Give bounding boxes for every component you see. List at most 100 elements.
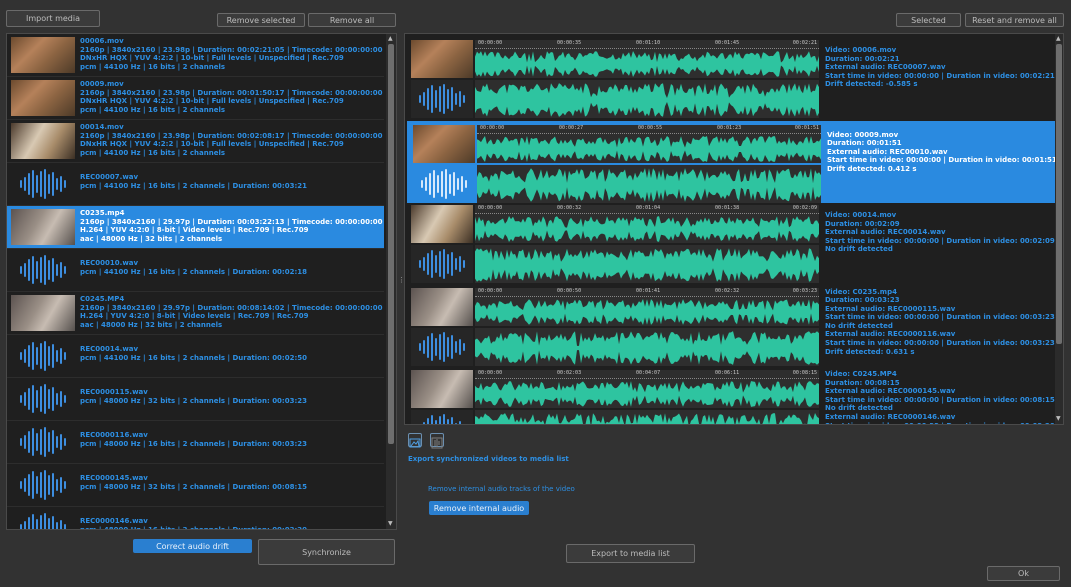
timeline-ruler: 00:00:00 00:00:35 00:01:10 00:01:45 00:02:21	[475, 40, 819, 49]
media-list-item[interactable]: REC00007.wav pcm | 44100 Hz | 16 bits | 2…	[7, 163, 384, 206]
ruler-tick-label: 00:00:00	[480, 124, 505, 131]
sync-list-item[interactable]: 00:00:00 00:00:32 00:01:04 00:01:38 00:02:09…	[407, 203, 1055, 285]
scroll-down-arrow-icon[interactable]: ▼	[388, 521, 393, 527]
ruler-tick-label: 00:06:11	[715, 370, 740, 376]
ruler-tick-label: 00:02:03	[557, 370, 582, 376]
media-list-item[interactable]: REC0000145.wav pcm | 48000 Hz | 32 bits |…	[7, 464, 384, 507]
waveform-shape	[475, 413, 819, 424]
external-audio-track[interactable]	[475, 327, 819, 366]
media-filename: 00014.mov	[80, 123, 124, 131]
sync-list-item[interactable]: 00:00:00 00:00:35 00:01:10 00:01:45 00:02:21…	[407, 38, 1055, 120]
ruler-tick-label: 00:01:51	[794, 124, 819, 131]
video-audio-track[interactable]: 00:00:00 00:00:27 00:00:55 00:01:23 00:01:51	[477, 124, 821, 163]
ruler-tick-label: 00:01:38	[715, 205, 740, 211]
reset-and-remove-all-button[interactable]: Reset and remove all	[965, 13, 1064, 27]
sync-scroll-down-arrow-icon[interactable]: ▼	[1056, 416, 1061, 422]
waveform-graph	[475, 83, 819, 117]
media-info-line: pcm | 48000 Hz | 16 bits | 2 channels | …	[80, 525, 308, 530]
sync-info: Video: 00009.mov Duration: 00:01:51 Extern…	[827, 131, 1057, 174]
sync-scroll-up-arrow-icon[interactable]: ▲	[1056, 36, 1061, 42]
media-info: 00014.mov 2160p | 3840x2160 | 23.98p | Du…	[80, 123, 383, 157]
waveform-shape	[477, 135, 821, 162]
waveform-graph	[475, 248, 819, 282]
media-list-item[interactable]: REC00014.wav pcm | 44100 Hz | 16 bits | 2…	[7, 335, 384, 378]
sync-info-line: Video: 00006.mov	[825, 46, 897, 54]
media-filename: REC0000146.wav	[80, 517, 148, 525]
video-thumbnail	[411, 287, 473, 326]
sync-info: Video: C0245.MP4 Duration: 00:08:15 Extern…	[825, 370, 1055, 424]
sync-info-line: No drift detected	[825, 404, 893, 413]
audio-waveform-icon	[20, 513, 66, 529]
external-audio-track[interactable]	[475, 410, 819, 424]
media-info-line: pcm | 48000 Hz | 32 bits | 2 channels | …	[80, 396, 308, 405]
media-list-scroll-thumb[interactable]	[388, 44, 394, 444]
sync-list-item[interactable]: 00:00:00 00:02:03 00:04:07 00:06:11 00:08:15…	[407, 368, 1055, 424]
media-filename: REC0000115.wav	[80, 388, 148, 396]
audio-waveform-icon	[20, 341, 66, 371]
external-audio-track[interactable]	[475, 245, 819, 283]
audio-waveform-icon	[20, 470, 66, 500]
sync-list-item[interactable]: 00:00:00 00:00:50 00:01:41 00:02:32 00:03:23…	[407, 285, 1055, 368]
media-info-line: DNxHR HQX | YUV 4:2:2 | 10-bit | Full le…	[80, 140, 344, 149]
ruler-tick-label: 00:00:35	[557, 40, 582, 46]
video-audio-track[interactable]: 00:00:00 00:02:03 00:04:07 00:06:11 00:08:15	[475, 370, 819, 408]
media-list-item[interactable]: REC0000116.wav pcm | 48000 Hz | 16 bits |…	[7, 421, 384, 464]
sync-info-line: Start time in video: 00:00:00 | Duration…	[825, 313, 1055, 322]
remove-selected-button[interactable]: Remove selected	[217, 13, 305, 27]
import-media-button[interactable]: Import media	[6, 10, 100, 27]
sync-list-item[interactable]: 00:00:00 00:00:27 00:00:55 00:01:23 00:01:51…	[407, 120, 1057, 203]
ok-button[interactable]: Ok	[987, 566, 1060, 581]
video-audio-track[interactable]: 00:00:00 00:00:32 00:01:04 00:01:38 00:02:09	[475, 205, 819, 243]
audio-thumbnail	[11, 252, 75, 288]
external-audio-track[interactable]	[475, 80, 819, 118]
media-filename: REC0000116.wav	[80, 431, 148, 439]
audio-thumbnail	[11, 381, 75, 417]
audio-waveform-icon	[20, 384, 66, 414]
ruler-tick-label: 00:00:00	[478, 205, 503, 211]
sync-info-line: Start time in video: 00:00:33 | Duration…	[825, 422, 1055, 424]
media-info-line: aac | 48000 Hz | 32 bits | 2 channels	[80, 320, 223, 329]
media-info: REC00010.wav pcm | 44100 Hz | 16 bits | 2…	[80, 259, 307, 276]
audio-thumbnail	[411, 245, 473, 283]
ruler-tick-label: 00:01:41	[636, 287, 661, 294]
export-video-icon[interactable]	[408, 433, 422, 448]
media-list-item[interactable]: 00014.mov 2160p | 3840x2160 | 23.98p | Du…	[7, 120, 384, 163]
sync-info-line: External audio: REC0000115.wav	[825, 304, 956, 313]
media-list-item[interactable]: REC0000115.wav pcm | 48000 Hz | 32 bits |…	[7, 378, 384, 421]
export-audio-icon[interactable]	[430, 433, 444, 449]
sync-info-line: Duration: 00:08:15	[825, 378, 900, 387]
sync-list-scroll-thumb[interactable]	[1056, 44, 1062, 344]
ruler-tick-label: 00:02:21	[792, 40, 817, 46]
scroll-up-arrow-icon[interactable]: ▲	[388, 36, 393, 42]
ruler-tick-label: 00:00:00	[478, 40, 503, 46]
media-filename: REC0000145.wav	[80, 474, 148, 482]
synchronize-button[interactable]: Synchronize	[258, 539, 395, 565]
media-filename: 00009.mov	[80, 80, 124, 88]
video-thumbnail	[11, 37, 75, 73]
selected-button[interactable]: Selected	[896, 13, 961, 27]
sync-list-scrollbar[interactable]: ▲ ▼	[1055, 34, 1063, 424]
media-list-scrollbar[interactable]: ▲ ▼	[386, 34, 396, 529]
media-list-item[interactable]: REC0000146.wav pcm | 48000 Hz | 16 bits |…	[7, 507, 384, 530]
ruler-tick-label: 00:00:55	[638, 124, 663, 131]
media-info-line: H.264 | YUV 4:2:0 | 8-bit | Video levels…	[80, 312, 309, 321]
sync-info-line: External audio: REC00007.wav	[825, 63, 946, 72]
waveform-shape	[475, 51, 819, 77]
media-list-item[interactable]: C0245.MP4 2160p | 3840x2160 | 29.97p | Du…	[7, 292, 384, 335]
correct-audio-drift-button[interactable]: Correct audio drift	[133, 539, 252, 553]
media-list-item[interactable]: 00006.mov 2160p | 3840x2160 | 23.98p | Du…	[7, 34, 384, 77]
external-audio-track[interactable]	[477, 164, 821, 203]
media-list-panel: 00006.mov 2160p | 3840x2160 | 23.98p | Du…	[6, 33, 397, 530]
media-list-item[interactable]: C0235.mp4 2160p | 3840x2160 | 29.97p | Du…	[7, 206, 384, 249]
sync-info-line: Drift detected: 0.631 s	[825, 347, 915, 356]
media-list-item[interactable]: REC00010.wav pcm | 44100 Hz | 16 bits | 2…	[7, 249, 384, 292]
media-info-line: DNxHR HQX | YUV 4:2:2 | 10-bit | Full le…	[80, 54, 344, 63]
export-to-media-list-button[interactable]: Export to media list	[566, 544, 695, 563]
media-list-item[interactable]: 00009.mov 2160p | 3840x2160 | 23.98p | Du…	[7, 77, 384, 120]
remove-all-button[interactable]: Remove all	[308, 13, 396, 27]
video-audio-track[interactable]: 00:00:00 00:00:35 00:01:10 00:01:45 00:02:21	[475, 40, 819, 78]
video-thumbnail	[11, 209, 75, 245]
audio-thumbnail	[11, 166, 75, 202]
video-audio-track[interactable]: 00:00:00 00:00:50 00:01:41 00:02:32 00:03:23	[475, 287, 819, 326]
remove-internal-audio-button[interactable]: Remove internal audio	[429, 501, 529, 515]
